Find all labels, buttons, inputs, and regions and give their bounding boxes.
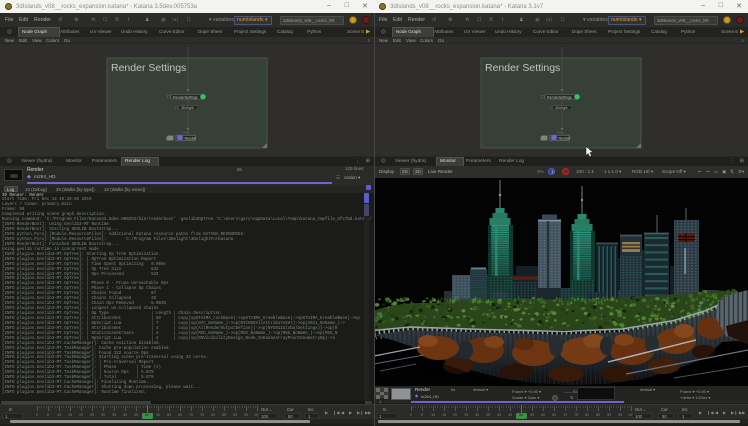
svg-text:RenderSettings: RenderSettings	[173, 95, 198, 99]
svg-text:Render: Render	[185, 137, 198, 141]
svg-text:RenderSettings: RenderSettings	[547, 95, 572, 99]
svg-text:3Delight: 3Delight	[181, 106, 193, 110]
svg-text:——: ——	[557, 131, 564, 135]
svg-text:Render: Render	[559, 137, 572, 141]
svg-text:Render Settings: Render Settings	[485, 62, 560, 74]
svg-text:Render Settings: Render Settings	[111, 62, 186, 74]
svg-text:——: ——	[183, 131, 190, 135]
svg-text:3Delight: 3Delight	[555, 106, 567, 110]
